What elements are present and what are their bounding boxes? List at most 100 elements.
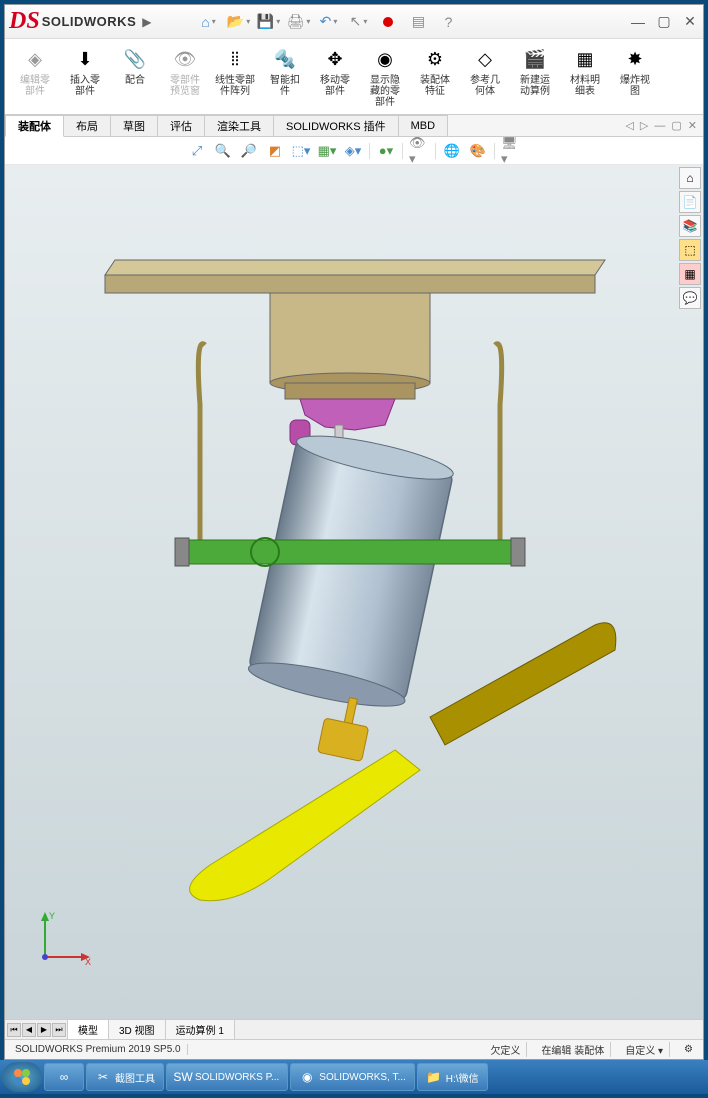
- options-icon[interactable]: ▤: [409, 13, 427, 31]
- logo-expand-icon[interactable]: ▶: [142, 15, 151, 29]
- apply-scene-icon[interactable]: 🌐: [442, 141, 462, 161]
- task-sw[interactable]: SWSOLIDWORKS P...: [166, 1063, 288, 1091]
- task-swt-label: SOLIDWORKS, T...: [319, 1072, 406, 1083]
- tab-render[interactable]: 渲染工具: [204, 115, 274, 136]
- propeller-hub: [317, 718, 368, 762]
- traffic-icon[interactable]: [379, 13, 397, 31]
- tab-control-buttons: ◁ ▷ — ▢ ✕: [625, 115, 703, 136]
- vt-first-icon[interactable]: ⏮: [7, 1023, 21, 1037]
- select-icon[interactable]: ↖: [349, 13, 367, 31]
- svg-text:Y: Y: [49, 911, 55, 921]
- task-swt[interactable]: ◉SOLIDWORKS, T...: [290, 1063, 415, 1091]
- task-wechat-label: H:\微信: [446, 1070, 479, 1085]
- prev-view-icon[interactable]: 🔎: [239, 141, 259, 161]
- zoom-area-icon[interactable]: 🔍: [213, 141, 233, 161]
- tab-sketch[interactable]: 草图: [110, 115, 158, 136]
- refgeom-icon: ◇: [471, 45, 499, 73]
- orientation-triad[interactable]: Y X: [35, 907, 95, 969]
- pattern-button[interactable]: ⦙⦙线性零部 件阵列: [213, 43, 257, 110]
- vt-next-icon[interactable]: ▶: [37, 1023, 51, 1037]
- viewport-icon[interactable]: 🖥▾: [501, 141, 521, 161]
- app-name: SOLIDWORKS: [42, 14, 137, 29]
- app-logo: DS SOLIDWORKS ▶: [9, 8, 151, 35]
- status-under-defined: 欠定义: [484, 1042, 527, 1057]
- help-icon[interactable]: ?: [439, 13, 457, 31]
- exploded-icon: ✸: [621, 45, 649, 73]
- save-icon[interactable]: 💾: [259, 13, 277, 31]
- tab-layout[interactable]: 布局: [63, 115, 111, 136]
- doc-close-icon[interactable]: ✕: [688, 119, 697, 132]
- asmfeat-button[interactable]: ⚙装配体 特征: [413, 43, 457, 110]
- tab-addin[interactable]: SOLIDWORKS 插件: [273, 115, 399, 136]
- zoom-fit-icon[interactable]: ⤢: [187, 141, 207, 161]
- newmotion-icon: 🎬: [521, 45, 549, 73]
- asmfeat-icon: ⚙: [421, 45, 449, 73]
- vt-last-icon[interactable]: ⏭: [52, 1023, 66, 1037]
- hide-icon: ◉: [371, 45, 399, 73]
- edit-appearance-icon[interactable]: ●▾: [376, 141, 396, 161]
- mate-button[interactable]: 📎配合: [113, 43, 157, 110]
- open-icon[interactable]: 📂: [229, 13, 247, 31]
- doc-minimize-icon[interactable]: —: [654, 120, 665, 132]
- cross-arm: [175, 538, 525, 566]
- minimize-button[interactable]: —: [629, 13, 647, 31]
- insert-part-icon: ⬇: [71, 45, 99, 73]
- task-wechat-icon: 📁: [426, 1069, 442, 1085]
- exploded-label: 爆炸视 图: [620, 75, 650, 97]
- insert-part-label: 插入零 部件: [70, 75, 100, 97]
- move-button[interactable]: ✥移动零 部件: [313, 43, 357, 110]
- bom-button[interactable]: ▦材料明 细表: [563, 43, 607, 110]
- display-style-icon[interactable]: ▦▾: [317, 141, 337, 161]
- view-settings-icon[interactable]: 👁▾: [409, 141, 429, 161]
- view-orient-icon[interactable]: ⬚▾: [291, 141, 311, 161]
- status-version: SOLIDWORKS Premium 2019 SP5.0: [9, 1044, 188, 1055]
- start-button[interactable]: [2, 1062, 42, 1092]
- appearances-icon[interactable]: ⬚: [679, 239, 701, 261]
- smart-label: 智能扣 件: [270, 75, 300, 97]
- viewtab-model[interactable]: 模型: [67, 1019, 109, 1040]
- tab-scroll-right-icon[interactable]: ▷: [640, 119, 648, 132]
- status-custom[interactable]: 自定义 ▾: [619, 1042, 670, 1057]
- windows-taskbar: ∞ ✂截图工具SWSOLIDWORKS P...◉SOLIDWORKS, T..…: [0, 1060, 708, 1094]
- doc-maximize-icon[interactable]: ▢: [671, 119, 681, 132]
- task-snip[interactable]: ✂截图工具: [86, 1063, 164, 1091]
- newmotion-button[interactable]: 🎬新建运 动算例: [513, 43, 557, 110]
- statusbar: SOLIDWORKS Premium 2019 SP5.0 欠定义 在编辑 装配…: [5, 1039, 703, 1059]
- tab-mbd[interactable]: MBD: [398, 115, 448, 136]
- viewtab-3dview[interactable]: 3D 视图: [108, 1019, 166, 1040]
- graphics-viewport[interactable]: ⌂ 📄 📚 ⬚ ▦ 💬: [5, 165, 703, 1019]
- custom-props-icon[interactable]: ▦: [679, 263, 701, 285]
- undo-icon[interactable]: ↶: [319, 13, 337, 31]
- tab-scroll-left-icon[interactable]: ◁: [625, 119, 633, 132]
- print-icon[interactable]: 🖨: [289, 13, 307, 31]
- maximize-button[interactable]: ▢: [655, 13, 673, 31]
- tab-evaluate[interactable]: 评估: [157, 115, 205, 136]
- close-button[interactable]: ✕: [681, 13, 699, 31]
- pattern-label: 线性零部 件阵列: [215, 75, 255, 97]
- section-icon[interactable]: ◩: [265, 141, 285, 161]
- hide-button[interactable]: ◉显示隐 藏的零 部件: [363, 43, 407, 110]
- tab-assembly[interactable]: 装配体: [5, 115, 64, 137]
- insert-part-button[interactable]: ⬇插入零 部件: [63, 43, 107, 110]
- refgeom-button[interactable]: ◇参考几 何体: [463, 43, 507, 110]
- window-controls: — ▢ ✕: [629, 13, 699, 31]
- motor-body: [246, 427, 457, 715]
- forum-icon[interactable]: 💬: [679, 287, 701, 309]
- status-gear-icon[interactable]: ⚙: [678, 1044, 699, 1055]
- render-icon[interactable]: 🎨: [468, 141, 488, 161]
- vt-prev-icon[interactable]: ◀: [22, 1023, 36, 1037]
- hide-show-icon[interactable]: ◈▾: [343, 141, 363, 161]
- smart-button[interactable]: 🔩智能扣 件: [263, 43, 307, 110]
- resources-icon[interactable]: 📄: [679, 191, 701, 213]
- task-pinned-app[interactable]: ∞: [44, 1063, 84, 1091]
- app-window: DS SOLIDWORKS ▶ ⌂ 📂 💾 🖨 ↶ ↖ ▤ ? — ▢ ✕ ◈编…: [4, 4, 704, 1060]
- home-icon[interactable]: ⌂: [199, 13, 217, 31]
- viewtab-motion1[interactable]: 运动算例 1: [165, 1019, 235, 1040]
- task-snip-label: 截图工具: [115, 1070, 155, 1085]
- propeller-blade-far: [430, 623, 616, 745]
- home-pane-icon[interactable]: ⌂: [679, 167, 701, 189]
- task-wechat[interactable]: 📁 H:\微信: [417, 1063, 488, 1091]
- exploded-button[interactable]: ✸爆炸视 图: [613, 43, 657, 110]
- move-label: 移动零 部件: [320, 75, 350, 97]
- design-lib-icon[interactable]: 📚: [679, 215, 701, 237]
